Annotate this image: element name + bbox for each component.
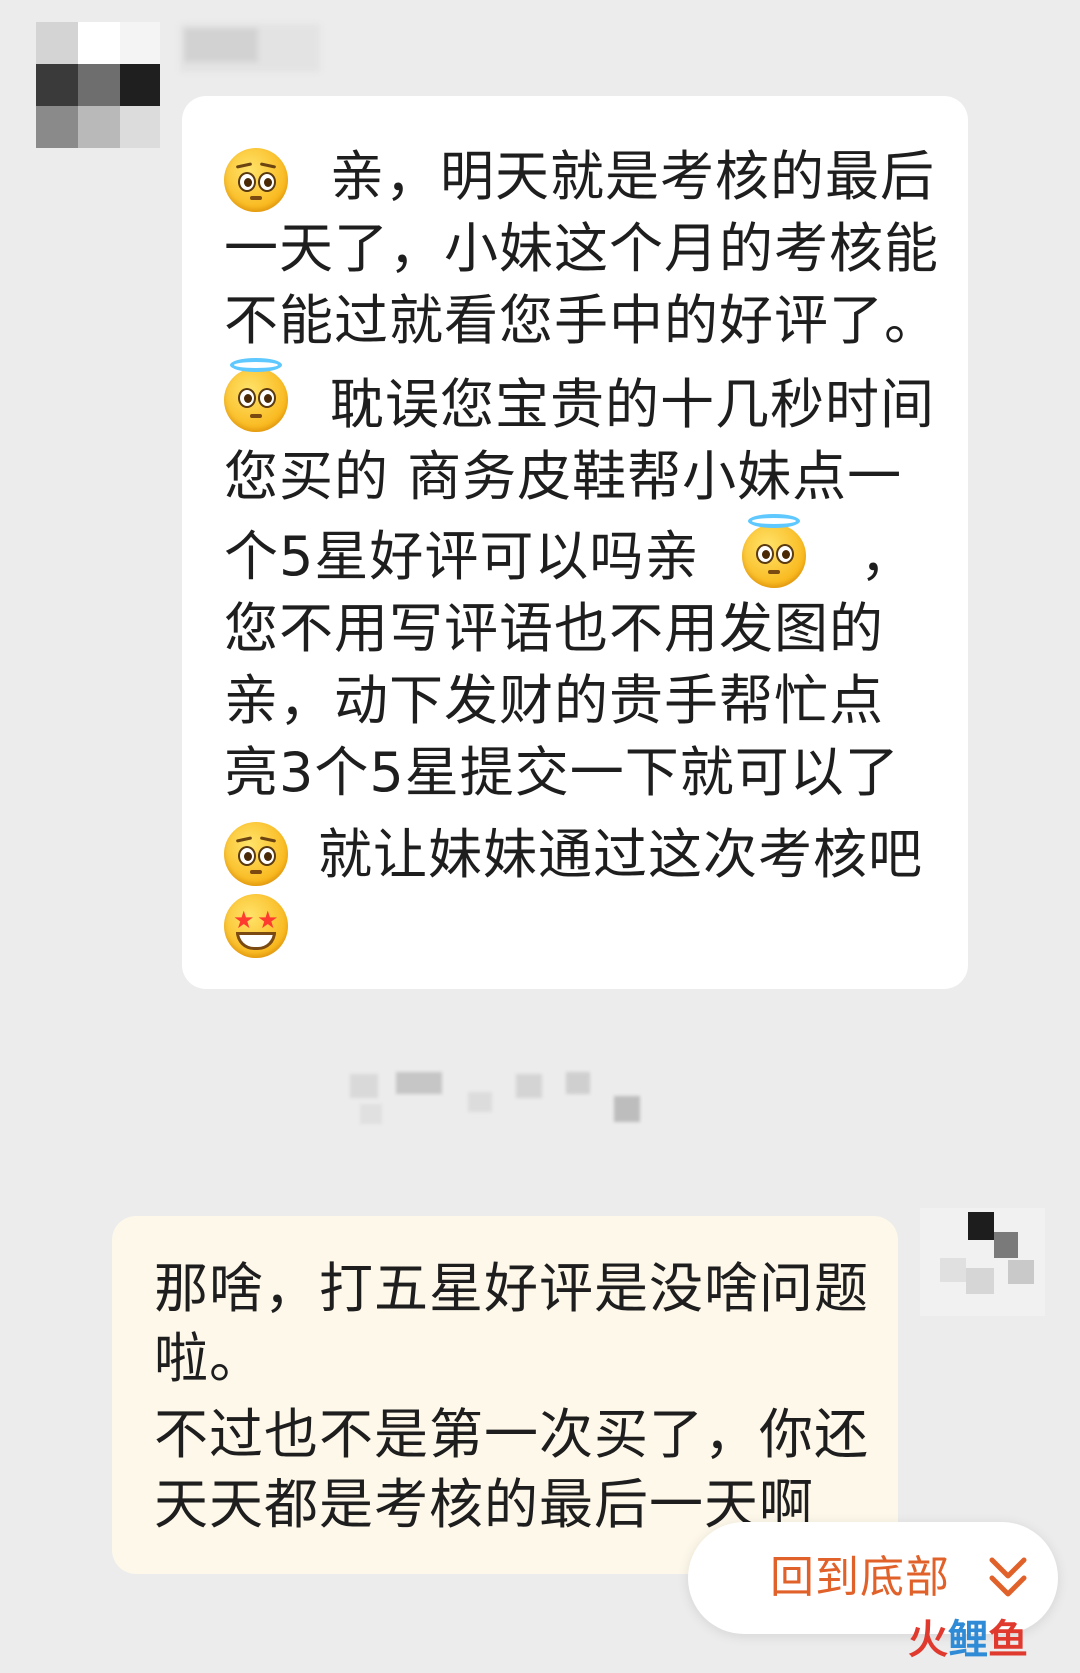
avatar-pixel [36, 64, 78, 106]
message-line: 啦。 [154, 1327, 264, 1390]
avatar-pixel [120, 106, 160, 148]
avatar-pixel [78, 64, 120, 106]
sender-avatar[interactable] [36, 22, 160, 148]
message-line: 您不用写评语也不用发图的 [224, 597, 884, 660]
back-to-bottom-label: 回到底部 [770, 1552, 950, 1603]
message-line: 不过也不是第一次买了，你还 [154, 1403, 869, 1466]
incoming-message-bubble[interactable]: 亲，明天就是考核的最后 一天了，小妹这个月的考核能 不能过就看您手中的好评了。 … [182, 96, 968, 989]
sender-name-blurred [180, 24, 320, 72]
star-struck-emoji: ★ ★ [224, 894, 288, 958]
avatar-pixel [120, 64, 160, 106]
pleading-face-emoji [224, 148, 288, 212]
watermark-logo: 火鲤鱼 [908, 1615, 1028, 1665]
watermark-char: 鲤 [948, 1617, 988, 1663]
my-avatar[interactable] [920, 1208, 1045, 1316]
message-line: 那啥，打五星好评是没啥问题 [154, 1257, 869, 1320]
timestamp-blurred [320, 1062, 720, 1140]
message-line: ， [860, 525, 915, 588]
avatar-pixel [36, 22, 78, 64]
message-line: 就让妹妹通过这次考核吧 [318, 823, 923, 886]
message-line: 个5星好评可以吗亲 [224, 525, 700, 588]
message-line: 亲，动下发财的贵手帮忙点 [224, 669, 884, 732]
watermark-char: 鱼 [988, 1617, 1028, 1663]
message-line: 一天了，小妹这个月的考核能 [224, 217, 939, 280]
avatar-pixel [994, 1232, 1018, 1258]
message-line: 耽误您宝贵的十几秒时间 [330, 373, 935, 436]
pleading-face-emoji [224, 822, 288, 886]
avatar-pixel [940, 1258, 966, 1282]
double-chevron-down-icon [989, 1557, 1027, 1597]
message-line: 天天都是考核的最后一天啊 [154, 1473, 814, 1536]
watermark-char: 火 [908, 1617, 948, 1663]
message-line: 您买的 商务皮鞋帮小妹点一 [224, 445, 903, 508]
message-line: 亲，明天就是考核的最后 [330, 145, 935, 208]
avatar-pixel [36, 106, 78, 148]
avatar-pixel [120, 22, 160, 64]
avatar-pixel [968, 1212, 994, 1240]
avatar-pixel [78, 22, 120, 64]
message-line: 不能过就看您手中的好评了。 [224, 289, 939, 352]
outgoing-message-bubble[interactable]: 那啥，打五星好评是没啥问题 啦。 不过也不是第一次买了，你还 天天都是考核的最后… [112, 1216, 898, 1574]
message-line: 亮3个5星提交一下就可以了 [224, 741, 900, 804]
smiling-face-with-halo-emoji [742, 514, 806, 588]
avatar-pixel [1008, 1260, 1034, 1284]
smiling-face-with-halo-emoji [224, 358, 288, 432]
avatar-pixel [78, 106, 120, 148]
avatar-pixel [966, 1268, 994, 1294]
